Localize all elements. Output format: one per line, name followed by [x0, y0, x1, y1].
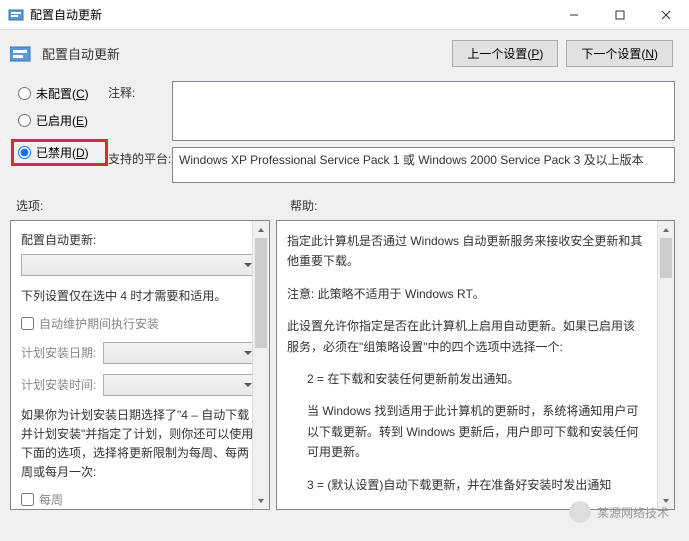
- platform-box: Windows XP Professional Service Pack 1 或…: [172, 147, 675, 183]
- window-title: 配置自动更新: [30, 6, 551, 23]
- prev-setting-button[interactable]: 上一个设置(P): [452, 40, 558, 67]
- comment-label: 注释:: [108, 81, 172, 141]
- scroll-up-icon[interactable]: [253, 221, 269, 238]
- options-note: 下列设置仅在选中 4 时才需要和适用。: [21, 288, 259, 305]
- bottom-panels: 配置自动更新: 下列设置仅在选中 4 时才需要和适用。 自动维护期间执行安装 计…: [0, 220, 689, 510]
- sched-date-combo[interactable]: [103, 342, 259, 364]
- platform-label: 支持的平台:: [108, 147, 172, 183]
- options-label: 选项:: [16, 197, 290, 214]
- sched-time-label: 计划安装时间:: [21, 376, 103, 393]
- maximize-button[interactable]: [597, 0, 643, 30]
- policy-icon: [8, 7, 24, 23]
- radio-enabled[interactable]: 已启用(E): [18, 112, 108, 129]
- state-row: 未配置(C) 已启用(E) 已禁用(D) 注释: 支持的平台: Windows …: [0, 75, 689, 193]
- scroll-thumb[interactable]: [255, 238, 267, 348]
- next-setting-button[interactable]: 下一个设置(N): [566, 40, 673, 67]
- scroll-down-icon[interactable]: [253, 492, 269, 509]
- options-para: 如果你为计划安装日期选择了"4 – 自动下载并计划安装"并指定了计划，则你还可以…: [21, 406, 259, 483]
- comment-input[interactable]: [172, 81, 675, 141]
- minimize-button[interactable]: [551, 0, 597, 30]
- titlebar: 配置自动更新: [0, 0, 689, 30]
- update-mode-combo[interactable]: [21, 254, 259, 276]
- options-section-title: 配置自动更新:: [21, 231, 259, 248]
- radio-disabled[interactable]: 已禁用(D): [18, 144, 101, 161]
- header-title: 配置自动更新: [42, 44, 452, 63]
- help-text: 指定此计算机是否通过 Windows 自动更新服务来接收安全更新和其他重要下载。…: [287, 231, 664, 510]
- sched-time-combo[interactable]: [103, 374, 259, 396]
- section-labels: 选项: 帮助:: [0, 193, 689, 220]
- help-scrollbar[interactable]: [657, 221, 674, 509]
- chk-maintenance[interactable]: 自动维护期间执行安装: [21, 315, 259, 332]
- help-panel: 指定此计算机是否通过 Windows 自动更新服务来接收安全更新和其他重要下载。…: [276, 220, 675, 510]
- header: 配置自动更新 上一个设置(P) 下一个设置(N): [0, 30, 689, 75]
- radio-not-configured[interactable]: 未配置(C): [18, 85, 108, 102]
- highlight-box: 已禁用(D): [11, 139, 108, 166]
- window-controls: [551, 0, 689, 30]
- state-radios: 未配置(C) 已启用(E) 已禁用(D): [18, 81, 108, 189]
- scroll-thumb[interactable]: [660, 238, 672, 278]
- scroll-up-icon[interactable]: [658, 221, 674, 238]
- help-label: 帮助:: [290, 197, 317, 214]
- options-scrollbar[interactable]: [252, 221, 269, 509]
- scroll-down-icon[interactable]: [658, 492, 674, 509]
- chk-weekly[interactable]: 每周: [21, 491, 259, 508]
- header-icon: [10, 45, 34, 63]
- sched-date-label: 计划安装日期:: [21, 344, 103, 361]
- close-button[interactable]: [643, 0, 689, 30]
- options-panel: 配置自动更新: 下列设置仅在选中 4 时才需要和适用。 自动维护期间执行安装 计…: [10, 220, 270, 510]
